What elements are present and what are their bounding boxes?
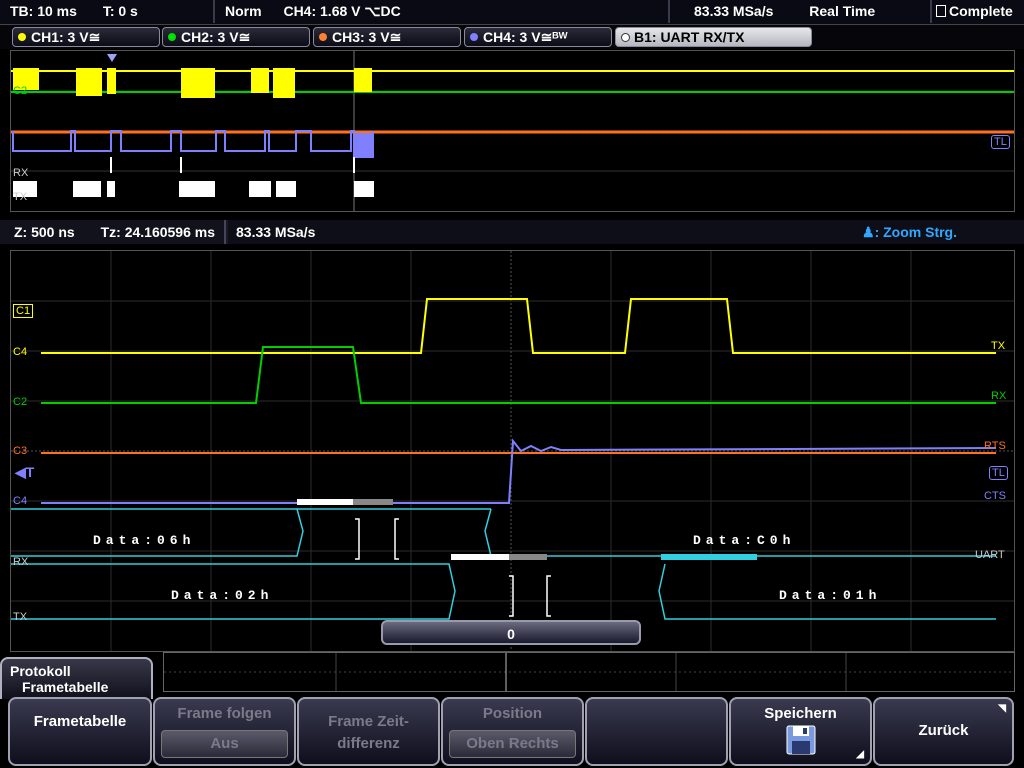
tag-c1: C1	[13, 304, 34, 318]
ch2-rx-trace	[41, 346, 996, 404]
tag-tx: TX	[13, 611, 28, 623]
zoom-waveform[interactable]: C1 C4 C2 C3 C4 RX TX ◀T TX RX RTS TL CTS…	[10, 250, 1015, 652]
trigger-time: T: 0 s	[102, 3, 138, 19]
trigger-source: CH4: 1.68 V ⌥DC	[283, 3, 401, 19]
ch4-cts-trace	[41, 438, 997, 504]
ch1-dot-icon	[18, 33, 26, 41]
floppy-disk-icon	[786, 725, 815, 755]
copy-icon	[936, 5, 946, 17]
protocol-tab-title: Protokoll	[10, 663, 71, 679]
tag-uart-right: UART	[975, 549, 1005, 561]
zoom-factor: Z: 500 ns	[14, 224, 75, 240]
tag-c3: C3	[13, 445, 28, 457]
bus-label: B1: UART RX/TX	[634, 29, 745, 45]
zurueck-label: Zurück	[918, 722, 969, 739]
trigger-marker-icon: ◀T	[15, 464, 35, 480]
ch4-dot-icon	[470, 33, 478, 41]
position-label: Position	[482, 705, 543, 722]
bus-dot-icon	[621, 33, 630, 42]
ch1-label: CH1: 3 V≅	[31, 29, 101, 45]
channel-3-button[interactable]: CH3: 3 V≅	[313, 27, 461, 47]
corner-arrow-icon: ◢	[856, 749, 864, 760]
tag-c4a: C4	[13, 346, 28, 358]
tx-frame-2[interactable]: Data:01h	[779, 588, 881, 603]
zoom-bar: Z: 500 ns Tz: 24.160596 ms 83.33 MSa/s ♟…	[0, 220, 1024, 244]
tag-tx-right: TX	[991, 340, 1006, 352]
tag-c4b: C4	[13, 495, 28, 507]
zurueck-button[interactable]: Zurück ◥	[873, 697, 1014, 766]
zoom-sample-rate: 83.33 MSa/s	[236, 224, 316, 240]
channel-bar: CH1: 3 V≅ CH2: 3 V≅ CH3: 3 V≅ CH4: 3 V≅ᴮ…	[0, 25, 1024, 49]
ov-tag-rx: RX	[13, 167, 29, 179]
protocol-tab[interactable]: Protokoll Frametabelle	[0, 657, 153, 699]
tag-rx: RX	[13, 556, 29, 568]
tag-cts-right: CTS	[984, 490, 1006, 502]
frame-zeit-label-2: differenz	[337, 735, 400, 752]
channel-4-button[interactable]: CH4: 3 V≅ᴮᵂ	[464, 27, 612, 47]
overview-waveform[interactable]: C2 RX TX TL	[10, 50, 1015, 212]
frametabelle-button[interactable]: Frametabelle	[8, 697, 152, 766]
ch2-label: CH2: 3 V≅	[181, 29, 251, 45]
run-status[interactable]: Complete	[932, 0, 1024, 23]
position-button[interactable]: Position Oben Rechts	[441, 697, 584, 766]
status-label: Complete	[949, 3, 1013, 19]
protocol-tab-subtitle: Frametabelle	[22, 679, 109, 695]
tag-rts-right: RTS	[984, 440, 1006, 452]
frametabelle-label: Frametabelle	[33, 713, 127, 730]
acquisition-mode: Real Time	[809, 3, 876, 19]
ch1-tx-trace	[41, 298, 996, 354]
tag-rx-right: RX	[991, 390, 1007, 402]
channel-1-button[interactable]: CH1: 3 V≅	[12, 27, 160, 47]
overview-plot	[11, 51, 1014, 211]
speichern-button[interactable]: Speichern ◢	[729, 697, 872, 766]
tag-c2: C2	[13, 396, 28, 408]
ch3-label: CH3: 3 V≅	[332, 29, 402, 45]
ch2-dot-icon	[168, 33, 176, 41]
rx-frame-2[interactable]: Data:C0h	[693, 533, 795, 548]
tx-frame-1[interactable]: Data:02h	[171, 588, 273, 603]
tag-tl-right: TL	[989, 466, 1008, 480]
ch4-label: CH4: 3 V≅ᴮᵂ	[483, 29, 568, 45]
trigger-display[interactable]: Norm CH4: 1.68 V ⌥DC	[215, 0, 670, 23]
zoom-ctrl-label: : Zoom Strg.	[874, 224, 957, 240]
zoom-person-icon: ♟	[862, 224, 875, 240]
frame-zeitdifferenz-button[interactable]: Frame Zeit- differenz	[297, 697, 440, 766]
rx-frame-1[interactable]: Data:06h	[93, 533, 195, 548]
ov-ch4-trace	[12, 130, 374, 158]
timebase: TB: 10 ms	[10, 3, 77, 19]
timebase-display[interactable]: TB: 10 ms T: 0 s	[0, 0, 215, 23]
frame-zeit-label-1: Frame Zeit-	[328, 713, 409, 730]
zoom-time: Tz: 24.160596 ms	[100, 224, 215, 240]
bus-b1-button[interactable]: B1: UART RX/TX	[615, 27, 812, 47]
trigger-position-icon	[107, 54, 117, 62]
position-value: Oben Rechts	[449, 730, 576, 758]
zoom-control-button[interactable]: ♟: Zoom Strg.	[862, 220, 1022, 244]
empty-softkey[interactable]	[585, 697, 728, 766]
channel-2-button[interactable]: CH2: 3 V≅	[162, 27, 310, 47]
value-input[interactable]: 0	[381, 620, 641, 645]
frame-folgen-value: Aus	[161, 730, 288, 758]
speichern-label: Speichern	[764, 705, 837, 722]
ov-tag-tx: TX	[13, 191, 28, 203]
acquisition-display[interactable]: 83.33 MSa/s Real Time	[670, 0, 932, 23]
status-bar: TB: 10 ms T: 0 s Norm CH4: 1.68 V ⌥DC 83…	[0, 0, 1024, 25]
corner-marker-icon: ◥	[998, 703, 1006, 714]
frame-folgen-label: Frame folgen	[177, 705, 272, 722]
frame-table[interactable]	[163, 652, 1015, 692]
trigger-mode: Norm	[225, 3, 262, 19]
frame-table-grid	[164, 653, 1014, 691]
ov-tag-c2: C2	[13, 85, 28, 97]
ch3-dot-icon	[319, 33, 327, 41]
ov-tag-tl: TL	[991, 135, 1010, 149]
zoom-settings[interactable]: Z: 500 ns Tz: 24.160596 ms	[0, 220, 226, 244]
sample-rate: 83.33 MSa/s	[694, 3, 774, 19]
frame-folgen-button[interactable]: Frame folgen Aus	[153, 697, 296, 766]
